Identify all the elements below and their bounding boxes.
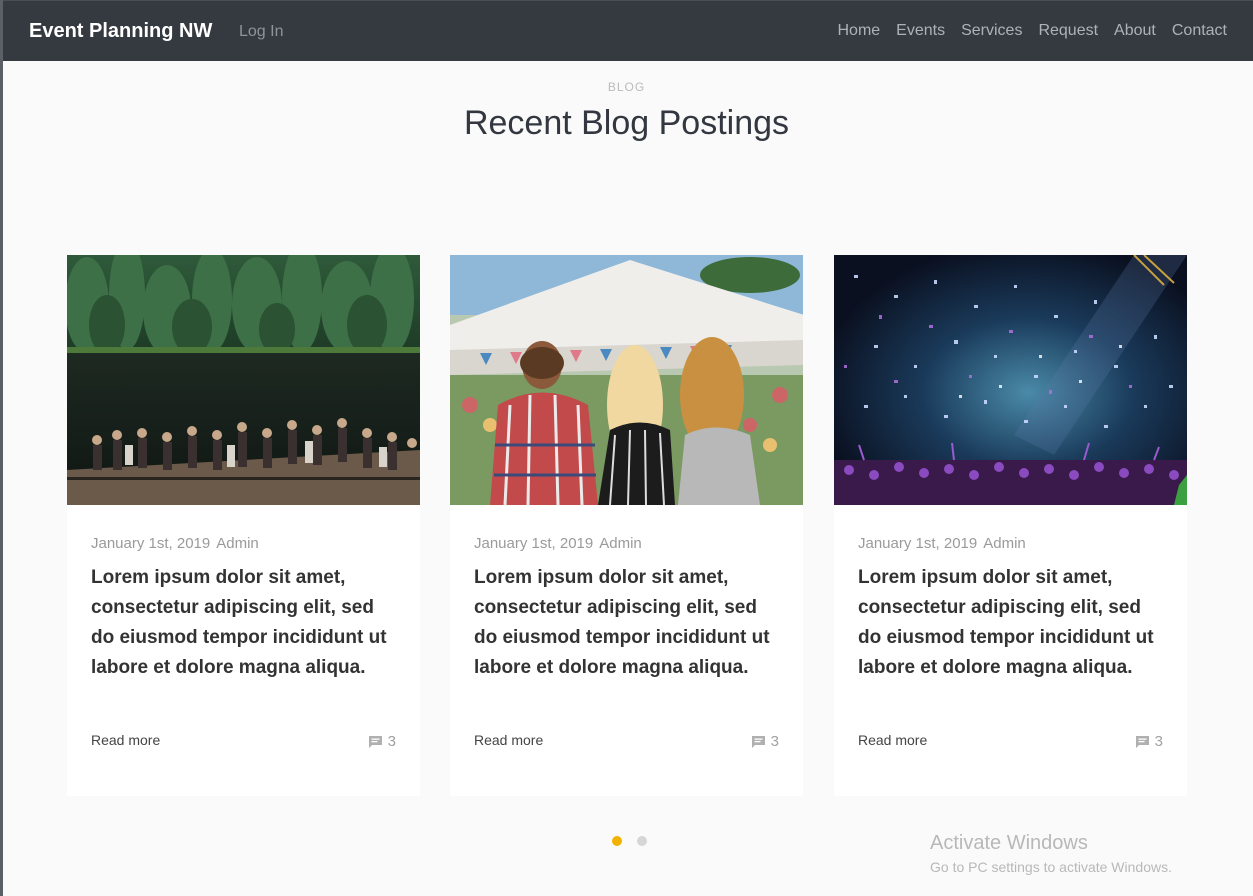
nav-services[interactable]: Services (961, 22, 1022, 40)
page-title: Recent Blog Postings (463, 104, 790, 142)
festival-tent-crowd-photo[interactable] (450, 255, 803, 505)
nav-events[interactable]: Events (896, 22, 945, 40)
post-meta: January 1st, 2019 Admin (474, 535, 642, 552)
post-meta: January 1st, 2019 Admin (91, 535, 259, 552)
brand-logo-text[interactable]: Event Planning NW (29, 20, 212, 43)
comment-icon (751, 735, 766, 749)
blog-card: January 1st, 2019 Admin Lorem ipsum dolor… (450, 255, 803, 796)
read-more-link[interactable]: Read more (474, 732, 543, 748)
watermark-title: Activate Windows (930, 832, 1088, 854)
post-headline[interactable]: Lorem ipsum dolor sit amet, consectetur … (91, 563, 401, 683)
comment-count[interactable]: 3 (1135, 733, 1163, 750)
comment-count[interactable]: 3 (368, 733, 396, 750)
windows-activation-watermark: Activate Windows Go to PC settings to ac… (930, 832, 1172, 875)
main-nav: Home Events Services Request About Conta… (837, 22, 1227, 40)
navbar: Event Planning NW Log In Home Events Ser… (3, 0, 1253, 61)
comment-count-value: 3 (1154, 733, 1163, 750)
carousel-dot-2[interactable] (637, 836, 647, 846)
read-more-link[interactable]: Read more (91, 732, 160, 748)
comment-count-value: 3 (387, 733, 396, 750)
post-headline[interactable]: Lorem ipsum dolor sit amet, consectetur … (474, 563, 784, 683)
nav-home[interactable]: Home (837, 22, 880, 40)
post-headline[interactable]: Lorem ipsum dolor sit amet, consectetur … (858, 563, 1168, 683)
read-more-link[interactable]: Read more (858, 732, 927, 748)
post-date: January 1st, 2019 (858, 535, 978, 552)
comment-icon (1135, 735, 1150, 749)
nav-about[interactable]: About (1114, 22, 1156, 40)
post-author[interactable]: Admin (599, 535, 642, 552)
comment-icon (368, 735, 383, 749)
post-author[interactable]: Admin (983, 535, 1026, 552)
post-date: January 1st, 2019 (91, 535, 211, 552)
comment-count[interactable]: 3 (751, 733, 779, 750)
blog-card: January 1st, 2019 Admin Lorem ipsum dolor… (67, 255, 420, 796)
watermark-subtitle: Go to PC settings to activate Windows. (930, 859, 1172, 875)
lakeside-party-photo[interactable] (67, 255, 420, 505)
post-meta: January 1st, 2019 Admin (858, 535, 1026, 552)
section-eyebrow: BLOG (607, 80, 646, 94)
carousel-pagination (612, 836, 647, 846)
post-author[interactable]: Admin (216, 535, 259, 552)
post-date: January 1st, 2019 (474, 535, 594, 552)
comment-count-value: 3 (770, 733, 779, 750)
login-link[interactable]: Log In (239, 23, 283, 41)
nav-request[interactable]: Request (1038, 22, 1098, 40)
nav-contact[interactable]: Contact (1172, 22, 1227, 40)
blog-card: January 1st, 2019 Admin Lorem ipsum dolor… (834, 255, 1187, 796)
carousel-dot-1[interactable] (612, 836, 622, 846)
concert-confetti-photo[interactable] (834, 255, 1187, 505)
